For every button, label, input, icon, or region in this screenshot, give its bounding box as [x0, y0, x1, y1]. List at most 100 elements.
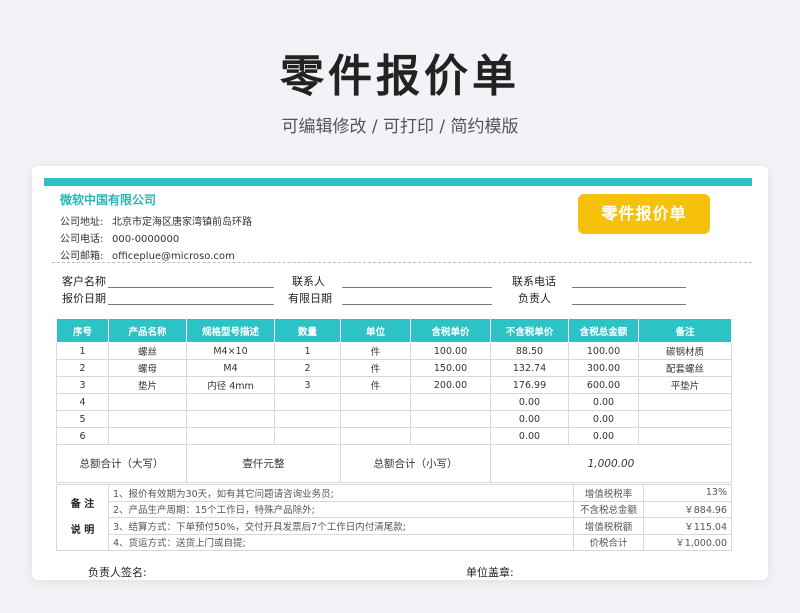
- note-text: 2、产品生产周期：15个工作日，特殊产品除外;: [108, 500, 574, 518]
- accent-bar: [44, 178, 752, 186]
- quote-sheet: 微软中国有限公司 公司地址: 北京市定海区唐家湾镇前岛环路 公司电话: 000-00…: [32, 166, 768, 580]
- cell-remark[interactable]: 平垫片: [638, 376, 732, 394]
- cell-unit[interactable]: 件: [340, 359, 411, 377]
- company-email: 公司邮箱: officeplue@microso.com: [60, 247, 235, 262]
- total-upper-value[interactable]: 壹仟元整: [186, 444, 341, 483]
- summary-value[interactable]: ￥1,000.00: [643, 533, 732, 551]
- cell-net-price[interactable]: 176.99: [490, 376, 569, 394]
- cell-spec[interactable]: M4×10: [186, 342, 275, 360]
- cell-product[interactable]: [108, 410, 187, 428]
- summary-value[interactable]: 13%: [643, 484, 732, 502]
- cell-tax-price[interactable]: 150.00: [410, 359, 491, 377]
- cell-product[interactable]: [108, 393, 187, 411]
- cell-qty[interactable]: [274, 427, 341, 445]
- valid-date-input[interactable]: [342, 304, 492, 305]
- note-row: 备 注说 明 1、报价有效期为30天，如有其它问题请咨询业务员; 增值税税率 13%: [56, 484, 732, 551]
- total-lower-label: 总额合计（小写）: [340, 444, 491, 483]
- table-row: 2 螺母 M4 2 件 150.00 132.74 300.00 配套螺丝: [56, 359, 732, 377]
- seal-label: 单位盖章:: [466, 566, 514, 579]
- cell-tax-price[interactable]: 200.00: [410, 376, 491, 394]
- header-product: 产品名称: [108, 318, 187, 343]
- cell-spec[interactable]: [186, 393, 275, 411]
- customer-label: 客户名称: [62, 275, 106, 288]
- cell-spec[interactable]: [186, 427, 275, 445]
- table-row: 5 0.00 0.00: [56, 410, 732, 428]
- cell-product[interactable]: 垫片: [108, 376, 187, 394]
- contact-phone-label: 联系电话: [512, 275, 556, 288]
- company-phone: 公司电话: 000-0000000: [60, 230, 179, 245]
- cell-tax-price[interactable]: [410, 393, 491, 411]
- cell-net-price[interactable]: 0.00: [490, 410, 569, 428]
- customer-input[interactable]: [108, 287, 274, 288]
- cell-unit[interactable]: 件: [340, 342, 411, 360]
- company-address-label: 公司地址:: [60, 217, 104, 228]
- cell-qty[interactable]: [274, 410, 341, 428]
- cell-product[interactable]: 螺母: [108, 359, 187, 377]
- cell-qty[interactable]: 1: [274, 342, 341, 360]
- cell-spec[interactable]: [186, 410, 275, 428]
- cell-remark[interactable]: [638, 427, 732, 445]
- contact-label: 联系人: [292, 275, 325, 288]
- cell-qty[interactable]: 2: [274, 359, 341, 377]
- cell-net-price[interactable]: 0.00: [490, 393, 569, 411]
- cell-product[interactable]: [108, 427, 187, 445]
- notes-side-label-2: 说 明: [70, 524, 95, 536]
- company-address: 公司地址: 北京市定海区唐家湾镇前岛环路: [60, 213, 252, 228]
- cell-tax-total[interactable]: 100.00: [568, 342, 639, 360]
- note-text: 1、报价有效期为30天，如有其它问题请咨询业务员;: [108, 484, 574, 502]
- cell-tax-total[interactable]: 0.00: [568, 393, 639, 411]
- cell-index: 4: [56, 393, 109, 411]
- cell-unit[interactable]: 件: [340, 376, 411, 394]
- header-remark: 备注: [638, 318, 732, 343]
- cell-qty[interactable]: [274, 393, 341, 411]
- cell-remark[interactable]: [638, 410, 732, 428]
- cell-spec[interactable]: M4: [186, 359, 275, 377]
- cell-tax-price[interactable]: [410, 427, 491, 445]
- cell-qty[interactable]: 3: [274, 376, 341, 394]
- total-lower-value[interactable]: 1,000.00: [490, 444, 732, 483]
- cell-index: 3: [56, 376, 109, 394]
- hero-subtitle: 可编辑修改 / 可打印 / 简约模版: [281, 117, 519, 137]
- summary-label: 增值税税额: [573, 517, 644, 535]
- manager-input[interactable]: [572, 304, 686, 305]
- summary-value[interactable]: ￥115.04: [643, 517, 732, 535]
- header-index: 序号: [56, 318, 109, 343]
- total-row: 总额合计（大写） 壹仟元整 总额合计（小写） 1,000.00: [56, 444, 732, 483]
- table-row: 1 螺丝 M4×10 1 件 100.00 88.50 100.00 碳钢材质: [56, 342, 732, 360]
- notes-side-label-1: 备 注: [70, 498, 95, 510]
- cell-product[interactable]: 螺丝: [108, 342, 187, 360]
- divider: [52, 262, 752, 263]
- cell-tax-price[interactable]: 100.00: [410, 342, 491, 360]
- cell-unit[interactable]: [340, 427, 411, 445]
- cell-tax-price[interactable]: [410, 410, 491, 428]
- cell-index: 5: [56, 410, 109, 428]
- notes-side-label: 备 注说 明: [56, 484, 109, 551]
- company-phone-label: 公司电话:: [60, 234, 104, 245]
- header-net-price: 不含税单价: [490, 318, 569, 343]
- cell-tax-total[interactable]: 600.00: [568, 376, 639, 394]
- cell-remark[interactable]: 碳钢材质: [638, 342, 732, 360]
- cell-tax-total[interactable]: 0.00: [568, 410, 639, 428]
- items-table: 序号 产品名称 规格型号描述 数量 单位 含税单价 不含税单价 含税总金额 备注…: [56, 318, 732, 483]
- table-header-row: 序号 产品名称 规格型号描述 数量 单位 含税单价 不含税单价 含税总金额 备注: [56, 318, 732, 343]
- quote-date-input[interactable]: [108, 304, 274, 305]
- cell-spec[interactable]: 内径 4mm: [186, 376, 275, 394]
- summary-value[interactable]: ￥884.96: [643, 500, 732, 518]
- cell-unit[interactable]: [340, 410, 411, 428]
- cell-index: 1: [56, 342, 109, 360]
- cell-net-price[interactable]: 88.50: [490, 342, 569, 360]
- header-spec: 规格型号描述: [186, 318, 275, 343]
- cell-tax-total[interactable]: 300.00: [568, 359, 639, 377]
- contact-phone-input[interactable]: [572, 287, 686, 288]
- cell-tax-total[interactable]: 0.00: [568, 427, 639, 445]
- cell-net-price[interactable]: 132.74: [490, 359, 569, 377]
- cell-unit[interactable]: [340, 393, 411, 411]
- cell-remark[interactable]: [638, 393, 732, 411]
- summary-label: 增值税税率: [573, 484, 644, 502]
- notes-table: 备 注说 明 1、报价有效期为30天，如有其它问题请咨询业务员; 增值税税率 13% 2…: [56, 484, 732, 551]
- cell-net-price[interactable]: 0.00: [490, 427, 569, 445]
- contact-input[interactable]: [342, 287, 492, 288]
- cell-remark[interactable]: 配套螺丝: [638, 359, 732, 377]
- cell-index: 2: [56, 359, 109, 377]
- note-row: 3、结算方式：下单预付50%，交付开具发票后7个工作日内付清尾款; 增值税税额 ￥1…: [57, 517, 732, 535]
